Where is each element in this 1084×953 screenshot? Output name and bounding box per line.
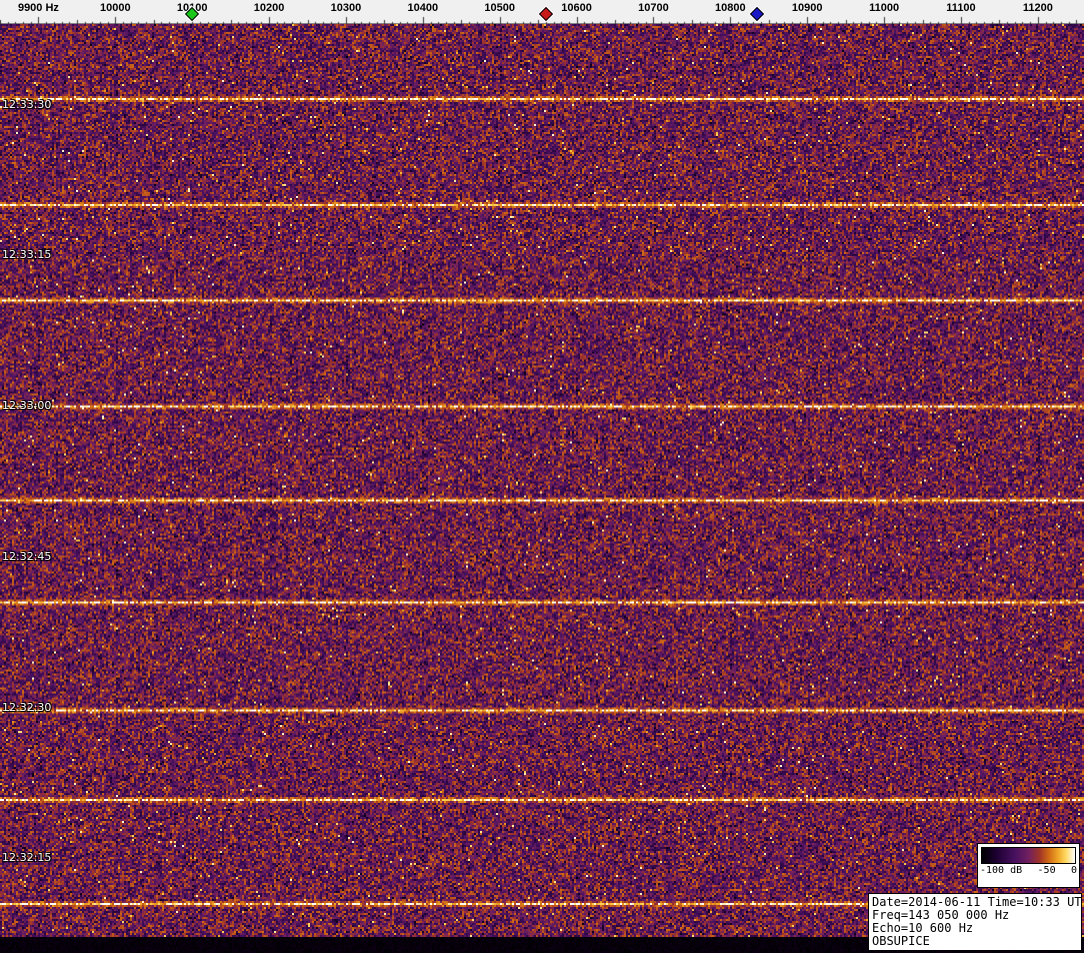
freq-tick-label: 11000 xyxy=(869,2,899,14)
freq-tick-label: 11100 xyxy=(946,2,975,14)
freq-tick-label: 10200 xyxy=(254,2,285,14)
colorbar-max-label: 0 xyxy=(1071,865,1077,876)
freq-tick-label: 10400 xyxy=(408,2,439,14)
frequency-ruler: 9900 Hz100001010010200103001040010500106… xyxy=(0,0,1084,24)
colorbar-min-label: -100 dB xyxy=(980,865,1022,876)
freq-tick-label: 10700 xyxy=(638,2,669,14)
colorbar-mid-label: -50 xyxy=(1038,865,1056,876)
colorbar-legend: -100 dB -50 0 xyxy=(977,843,1080,888)
colorbar-labels: -100 dB -50 0 xyxy=(978,865,1079,876)
freq-tick-label: 10500 xyxy=(484,2,515,14)
waterfall-spectrogram-canvas xyxy=(0,24,1084,953)
freq-tick-label: 10300 xyxy=(331,2,362,14)
freq-tick-label: 9900 Hz xyxy=(18,2,59,14)
freq-tick-label: 10600 xyxy=(561,2,592,14)
info-line-station: OBSUPICE xyxy=(872,935,1078,948)
freq-tick-label: 11200 xyxy=(1023,2,1053,14)
freq-tick-label: 10000 xyxy=(100,2,131,14)
freq-tick-label: 10800 xyxy=(715,2,746,14)
observation-info-box: Date=2014-06-11 Time=10:33 UTC Freq=143 … xyxy=(868,893,1082,951)
colorbar-gradient xyxy=(981,847,1076,864)
spectrogram-app: 9900 Hz100001010010200103001040010500106… xyxy=(0,0,1084,953)
freq-tick-label: 10900 xyxy=(792,2,823,14)
